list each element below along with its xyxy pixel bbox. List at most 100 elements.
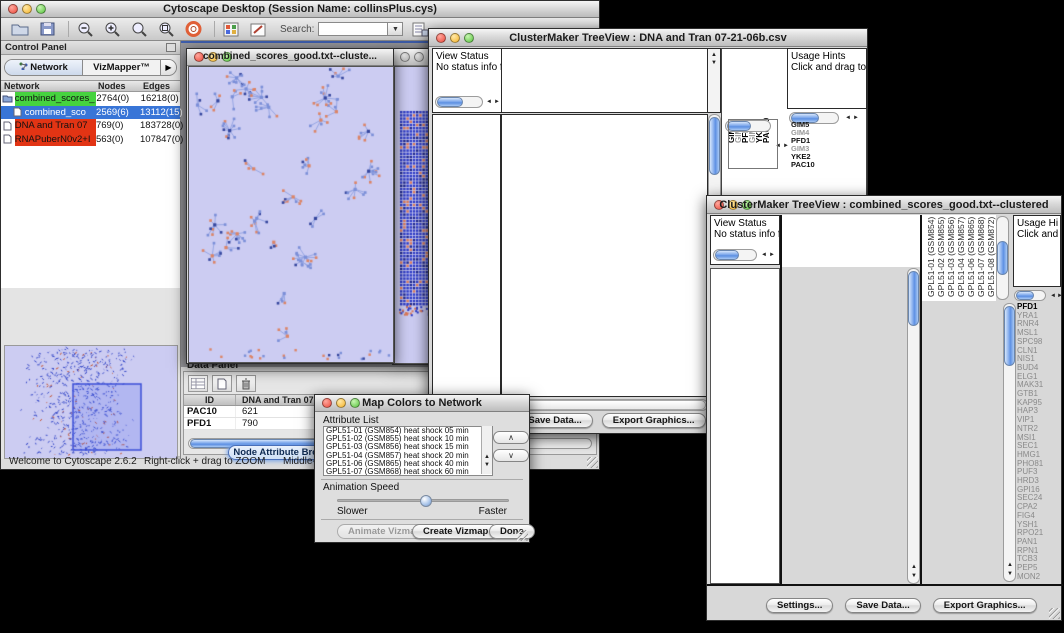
tv2-vscrollbar[interactable]: ▲▼ xyxy=(907,268,920,584)
tv1-titlebar[interactable]: ClusterMaker TreeView : DNA and Tran 07-… xyxy=(429,29,867,47)
scrollbar-thumb[interactable] xyxy=(709,117,720,175)
tv1-zoom-matrix-wrap xyxy=(728,119,778,169)
map-colors-dialog: Map Colors to Network Attribute List GPL… xyxy=(314,394,530,543)
tv2-zoom-heatmap-wrap xyxy=(923,303,1002,582)
scrollbar-thumb[interactable] xyxy=(997,241,1008,275)
scrollbar-thumb[interactable] xyxy=(1004,306,1015,366)
close-button[interactable] xyxy=(400,52,410,62)
tv2-status-hscrollbar[interactable] xyxy=(713,249,757,261)
resize-grip[interactable] xyxy=(517,530,528,541)
column-label[interactable]: GPL51-08 (GSM872) xyxy=(986,213,996,297)
scroll-right-icon[interactable]: ► xyxy=(1057,293,1063,299)
status-zoom-hint: Right-click + drag to ZOOM xyxy=(144,456,265,467)
tv2-hints-hscrollbar[interactable] xyxy=(1014,290,1046,301)
tab-overflow-button[interactable]: ▶ xyxy=(160,60,176,75)
search-input[interactable] xyxy=(318,22,388,36)
column-label[interactable]: GPL51-03 (GSM856) xyxy=(946,213,956,297)
scroll-right-icon[interactable]: ► xyxy=(769,252,775,258)
scroll-left-icon[interactable]: ◄ xyxy=(761,252,767,258)
help-lifering-icon-button[interactable] xyxy=(182,20,204,38)
view-status-text: No status info f xyxy=(433,62,501,73)
column-label[interactable]: GPL51-07 (GSM868) xyxy=(976,213,986,297)
net1-canvas[interactable] xyxy=(189,67,393,362)
scroll-right-icon[interactable]: ► xyxy=(494,99,500,105)
network-row[interactable]: DNA and Tran 07 769(0) 183728(0) xyxy=(1,119,180,133)
dialog-title: Map Colors to Network xyxy=(315,397,529,409)
minimize-button[interactable] xyxy=(414,52,424,62)
scrollbar-thumb[interactable] xyxy=(908,271,919,326)
scroll-left-icon[interactable]: ◄ xyxy=(486,99,492,105)
toolbar-separator xyxy=(68,21,69,37)
tv2-titlebar[interactable]: ClusterMaker TreeView : combined_scores_… xyxy=(707,196,1061,214)
column-label[interactable]: GPL51-01 (GSM854) xyxy=(926,213,936,297)
zoom-in-icon-button[interactable] xyxy=(101,20,123,38)
tab-vizmapper[interactable]: VizMapper™ xyxy=(82,60,160,75)
slider-thumb[interactable] xyxy=(420,495,432,507)
file-icon xyxy=(1,121,15,131)
delete-attribute-icon-button[interactable] xyxy=(236,375,256,392)
tv2-row-dendrogram[interactable] xyxy=(711,269,779,583)
zoom-out-icon-button[interactable] xyxy=(74,20,96,38)
column-label[interactable]: GPL51-06 (GSM865) xyxy=(966,213,976,297)
gene-label[interactable]: MON2 xyxy=(1017,573,1062,582)
tv2-heatmap[interactable] xyxy=(782,268,907,584)
column-label[interactable]: GPL51-02 (GSM855) xyxy=(936,213,946,297)
file-icon xyxy=(11,107,25,117)
tv2-labels-vscrollbar[interactable] xyxy=(996,216,1009,300)
net1-titlebar[interactable]: combined_scores_good.txt--cluste... xyxy=(187,49,393,66)
usage-hints-text: Click and xyxy=(1014,229,1060,240)
move-up-button[interactable]: ∧ xyxy=(493,431,529,444)
save-button[interactable] xyxy=(36,20,58,38)
tv1-col-dendrogram[interactable] xyxy=(502,49,707,112)
network-row[interactable]: RNAPuberN0v2+I 563(0) 107847(0) xyxy=(1,133,180,147)
animation-speed-slider[interactable] xyxy=(337,499,509,502)
attribute-list-vscrollbar[interactable]: ▲▼ xyxy=(481,426,492,474)
network-row-selected[interactable]: combined_sco 2569(6) 13112(15) xyxy=(1,106,180,120)
main-window-title: Cytoscape Desktop (Session Name: collins… xyxy=(1,3,599,15)
save-data-button[interactable]: Save Data... xyxy=(845,598,920,613)
resize-grip[interactable] xyxy=(1049,608,1060,619)
scroll-right-icon[interactable]: ► xyxy=(783,143,789,149)
export-graphics-button[interactable]: Export Graphics... xyxy=(933,598,1037,613)
attribute-list-item[interactable]: GPL51-07 (GSM868) heat shock 60 min xyxy=(324,468,492,476)
tv2-gene-list: PFD1YRA1RNR4MSL1SPC98CLN1NIS1BUD4ELG1MAK… xyxy=(1017,303,1062,582)
tv1-col-scroll-strip[interactable]: ▲▼ xyxy=(707,48,721,113)
network-tree-table: Network Nodes Edges combined_scores_ 276… xyxy=(1,80,180,288)
export-graphics-button[interactable]: Export Graphics... xyxy=(602,413,706,428)
scrollbar-thumb[interactable] xyxy=(483,427,491,445)
control-panel-title: Control Panel xyxy=(5,42,67,53)
float-panel-icon[interactable] xyxy=(166,43,176,52)
vizmap-grid-icon-button[interactable] xyxy=(220,20,242,38)
attribute-list[interactable]: GPL51-01 (GSM854) heat shock 05 minGPL51… xyxy=(323,426,493,476)
tv1-heatmap[interactable] xyxy=(502,115,707,396)
scroll-left-icon[interactable]: ◄ xyxy=(1050,293,1056,299)
overview-canvas[interactable] xyxy=(5,346,177,458)
open-file-button[interactable] xyxy=(9,20,31,38)
tv2-zoom-heatmap[interactable] xyxy=(923,303,1002,582)
create-vizmap-button[interactable]: Create Vizmap xyxy=(412,524,499,539)
tv1-gene-list: GIM5GIM4PFD1GIM3YKE2PAC10 xyxy=(791,121,851,169)
new-attribute-icon-button[interactable] xyxy=(212,375,232,392)
id-column-header[interactable]: ID xyxy=(184,395,236,405)
tv1-status-hscrollbar[interactable] xyxy=(435,96,483,108)
annotation-icon-button[interactable] xyxy=(247,20,269,38)
tv1-row-dendrogram[interactable] xyxy=(433,115,500,396)
main-titlebar[interactable]: Cytoscape Desktop (Session Name: collins… xyxy=(1,1,599,18)
network-row[interactable]: combined_scores_ 2764(0) 16218(0) xyxy=(1,92,180,106)
move-down-button[interactable]: ∨ xyxy=(493,449,529,462)
folder-icon xyxy=(1,94,15,103)
dialog-titlebar[interactable]: Map Colors to Network xyxy=(315,395,529,412)
settings-button[interactable]: Settings... xyxy=(766,598,833,613)
tab-network[interactable]: Network xyxy=(5,60,82,75)
search-dropdown-button[interactable]: ▼ xyxy=(388,22,403,36)
scroll-right-icon[interactable]: ► xyxy=(853,115,859,121)
column-label[interactable]: GPL51-04 (GSM857) xyxy=(956,213,966,297)
attribute-select-icon-button[interactable] xyxy=(188,375,208,392)
tv1-matrix[interactable] xyxy=(729,120,777,168)
resize-grip[interactable] xyxy=(587,457,598,468)
zoom-fit-icon-button[interactable] xyxy=(155,20,177,38)
tv2-zoom-vscrollbar[interactable]: ▲▼ xyxy=(1003,303,1016,582)
network-overview-thumbnail[interactable] xyxy=(4,345,178,459)
gene-label[interactable]: PAC10 xyxy=(791,161,851,169)
zoom-selected-icon-button[interactable] xyxy=(128,20,150,38)
